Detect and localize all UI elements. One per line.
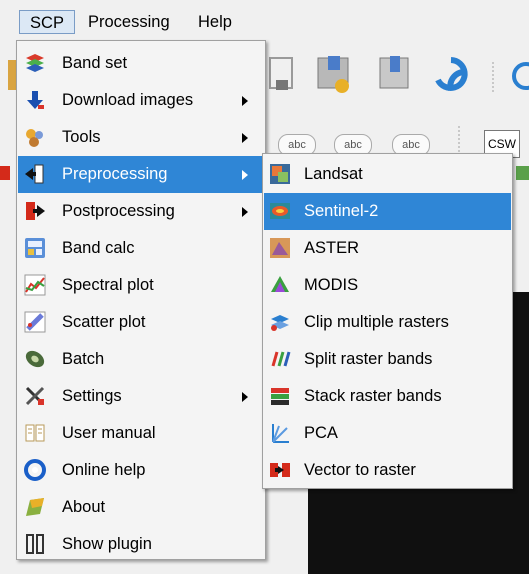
- submenu-item-split-bands[interactable]: Split raster bands: [264, 341, 511, 378]
- submenu-item-label: Clip multiple rasters: [304, 313, 449, 331]
- menu-item-label: Postprocessing: [62, 202, 175, 220]
- menu-item-label: Band calc: [62, 239, 135, 257]
- submenu-item-stack-bands[interactable]: Stack raster bands: [264, 378, 511, 415]
- preprocessing-submenu: Landsat Sentinel-2 ASTER MODIS Clip mult…: [262, 153, 513, 489]
- menu-item-label: User manual: [62, 424, 156, 442]
- band-calc-icon: [25, 238, 45, 258]
- submenu-arrow-icon: [242, 170, 248, 180]
- menu-item-postprocessing[interactable]: Postprocessing: [18, 193, 264, 230]
- submenu-item-label: PCA: [304, 424, 338, 442]
- submenu-item-aster[interactable]: ASTER: [264, 230, 511, 267]
- show-plugin-icon: [26, 534, 44, 554]
- menubar: SCP Processing Help: [0, 0, 529, 40]
- menu-item-label: Scatter plot: [62, 313, 146, 331]
- toolbar-edge-icon: [8, 60, 16, 90]
- submenu-item-label: Split raster bands: [304, 350, 433, 368]
- menu-item-user-manual[interactable]: User manual: [18, 415, 264, 452]
- submenu-arrow-icon: [242, 392, 248, 402]
- submenu-item-label: Stack raster bands: [304, 387, 442, 405]
- menu-item-settings[interactable]: Settings: [18, 378, 264, 415]
- menu-item-show-plugin[interactable]: Show plugin: [18, 526, 264, 563]
- submenu-item-label: Vector to raster: [304, 461, 416, 479]
- submenu-item-label: Landsat: [304, 165, 363, 183]
- submenu-item-modis[interactable]: MODIS: [264, 267, 511, 304]
- menu-item-tools[interactable]: Tools: [18, 119, 264, 156]
- scatter-plot-icon: [24, 311, 46, 333]
- menu-item-batch[interactable]: Batch: [18, 341, 264, 378]
- download-arrow-icon: [27, 91, 44, 109]
- sentinel2-icon: [270, 203, 290, 219]
- pca-icon: [272, 424, 289, 443]
- menu-item-label: Tools: [62, 128, 101, 146]
- menu-item-online-help[interactable]: Online help: [18, 452, 264, 489]
- landsat-icon: [270, 164, 290, 184]
- submenu-arrow-icon: [242, 96, 248, 106]
- scp-menu: Band set Download images Tools Preproces…: [16, 40, 266, 560]
- about-icon: [26, 498, 44, 516]
- spectral-plot-icon: [24, 274, 46, 296]
- submenu-item-landsat[interactable]: Landsat: [264, 156, 511, 193]
- menu-item-spectral-plot[interactable]: Spectral plot: [18, 267, 264, 304]
- layer-properties-icon[interactable]: [312, 52, 356, 98]
- menu-item-about[interactable]: About: [18, 489, 264, 526]
- menu-item-label: Online help: [62, 461, 146, 479]
- toolbar-edge-icon-2: [0, 166, 10, 180]
- settings-icon: [25, 386, 45, 406]
- band-set-icon: [26, 54, 44, 72]
- postprocessing-icon: [26, 202, 45, 220]
- submenu-item-clip-rasters[interactable]: Clip multiple rasters: [264, 304, 511, 341]
- menu-item-label: About: [62, 498, 106, 516]
- aster-icon: [270, 238, 290, 258]
- submenu-item-label: Sentinel-2: [304, 202, 379, 220]
- menu-help[interactable]: Help: [193, 10, 237, 34]
- preprocessing-icon: [25, 164, 44, 184]
- menu-item-label: Show plugin: [62, 535, 152, 553]
- menu-item-scatter-plot[interactable]: Scatter plot: [18, 304, 264, 341]
- submenu-item-pca[interactable]: PCA: [264, 415, 511, 452]
- bookmark-icon[interactable]: [374, 52, 414, 98]
- toolbar-edge-icon-3: [516, 166, 529, 180]
- menu-item-download-images[interactable]: Download images: [18, 82, 264, 119]
- submenu-arrow-icon: [242, 133, 248, 143]
- user-manual-icon: [25, 424, 45, 442]
- menu-item-label: Download images: [62, 91, 194, 109]
- stack-bands-icon: [271, 388, 289, 405]
- clip-rasters-icon: [271, 315, 289, 331]
- submenu-item-vector-to-raster[interactable]: Vector to raster: [264, 452, 511, 489]
- toolbar-partial-icon: [512, 62, 529, 90]
- menu-scp[interactable]: SCP: [19, 10, 75, 34]
- menu-item-preprocessing[interactable]: Preprocessing: [18, 156, 264, 193]
- menu-item-label: Band set: [62, 54, 128, 72]
- menu-item-label: Batch: [62, 350, 105, 368]
- menu-item-label: Settings: [62, 387, 122, 405]
- menu-item-band-calc[interactable]: Band calc: [18, 230, 264, 267]
- menu-processing[interactable]: Processing: [83, 10, 175, 34]
- vector-to-raster-icon: [270, 463, 290, 477]
- tools-icon: [26, 129, 43, 147]
- modis-icon: [271, 276, 289, 292]
- batch-icon: [25, 350, 45, 368]
- save-project-icon[interactable]: [264, 54, 300, 98]
- submenu-item-sentinel2[interactable]: Sentinel-2: [264, 193, 511, 230]
- refresh-icon[interactable]: [428, 52, 474, 98]
- split-bands-icon: [271, 351, 291, 367]
- menu-item-label: Preprocessing: [62, 165, 168, 183]
- submenu-item-label: ASTER: [304, 239, 360, 257]
- menu-item-label: Spectral plot: [62, 276, 154, 294]
- submenu-arrow-icon: [242, 207, 248, 217]
- menu-item-band-set[interactable]: Band set: [18, 45, 264, 82]
- submenu-item-label: MODIS: [304, 276, 359, 294]
- online-help-icon: [24, 459, 46, 481]
